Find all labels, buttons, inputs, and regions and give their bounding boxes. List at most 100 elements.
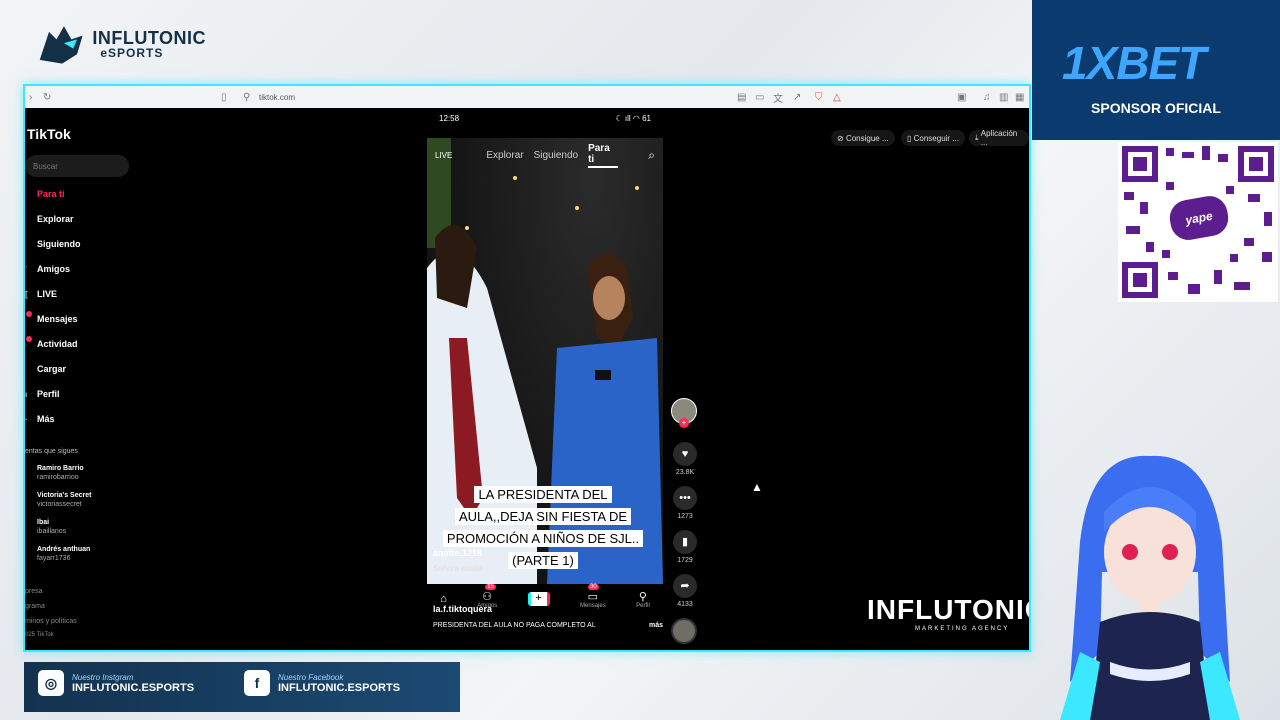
footer-link[interactable]: grama <box>25 603 45 610</box>
nav-mensajes[interactable]: Mensajes <box>25 311 135 327</box>
search-input[interactable]: Buscar <box>25 155 129 177</box>
tab-explorar[interactable]: Explorar <box>486 150 523 161</box>
footer-link[interactable]: presa <box>25 588 43 595</box>
following-account[interactable]: Ibai ibaillanos <box>37 518 66 536</box>
wolf-icon <box>39 26 83 64</box>
facebook-icon: f <box>244 670 270 696</box>
reload-icon[interactable]: ↻ <box>43 92 51 103</box>
forward-icon[interactable]: › <box>29 92 32 103</box>
desktop-app-button[interactable]: ⤓ Aplicación ... <box>969 129 1029 147</box>
phone-tabs: LIVE Explorar Siguiendo Para ti ⌕ <box>435 143 655 168</box>
share-action[interactable]: ➦ 4133 <box>670 574 700 608</box>
save-count: 1729 <box>677 557 693 564</box>
instagram-link[interactable]: ◎ Nuestro Instgram INFLUTONIC.ESPORTS <box>38 670 194 696</box>
nav-amigos[interactable]: ʿ Amigos <box>25 261 135 277</box>
mouse-cursor-icon: ▲ <box>751 480 763 494</box>
tiktok-logo[interactable]: TikTok <box>27 126 71 142</box>
watermark-sub: MARKETING AGENCY <box>915 626 1010 632</box>
browser-window: › ↻ ▯ ⚲ tiktok.com ▤ ▭ 文 ↗ ⛉ △ ▣ ♫ ▥ ▦ T… <box>23 84 1031 652</box>
reader-icon[interactable]: ▤ <box>737 92 746 103</box>
rewards-icon[interactable]: △ <box>833 92 841 103</box>
get-coins-button[interactable]: ⊘ Consigue ... <box>831 130 895 146</box>
share-count: 4133 <box>677 601 693 608</box>
extensions-icon[interactable]: ▦ <box>1015 92 1024 103</box>
profile-icon: ⚲ <box>638 590 647 603</box>
browser-toolbar: › ↻ ▯ ⚲ tiktok.com ▤ ▭ 文 ↗ ⛉ △ ▣ ♫ ▥ ▦ <box>25 86 1029 108</box>
heart-icon: ♥ <box>673 442 697 466</box>
activity-badge <box>26 336 32 342</box>
messages-tab[interactable]: 30 ▭ Mensajes <box>580 583 606 609</box>
video-caption: LA PRESIDENTA DEL AULA,,DEJA SIN FIESTA … <box>441 484 645 572</box>
tab-para-ti[interactable]: Para ti <box>588 143 619 168</box>
plus-icon: + <box>527 592 550 606</box>
facebook-link[interactable]: f Nuestro Facebook INFLUTONIC.ESPORTS <box>244 670 400 696</box>
profile-icon: ı <box>25 389 28 399</box>
nav-para-ti[interactable]: Para ti <box>25 186 135 202</box>
music-disc[interactable] <box>671 618 697 644</box>
brand-sub: eSPORTS <box>100 46 164 60</box>
phone-status-icons: ☾ ıll ◠ 61 <box>615 113 651 123</box>
sponsor-panel: 1XBET SPONSOR OFICIAL <box>1032 0 1280 140</box>
social-banner: ◎ Nuestro Instgram INFLUTONIC.ESPORTS f N… <box>24 662 460 712</box>
url-bar[interactable]: tiktok.com <box>259 93 295 102</box>
profile-tab[interactable]: ⚲ Perfil <box>636 590 650 609</box>
message-icon: ▭ <box>587 590 599 603</box>
friends-icon: ʿ <box>25 264 28 274</box>
sponsor-logo: 1XBET <box>1062 37 1206 89</box>
nav-live[interactable]: [LIVE <box>25 286 135 302</box>
share-icon[interactable]: ↗ <box>793 92 801 103</box>
brand-name: INFLUTONIC <box>92 28 206 48</box>
post-author[interactable]: la.f.tiktoquera <box>433 604 492 614</box>
nav-actividad[interactable]: Actividad <box>25 336 135 352</box>
more-icon: · <box>25 414 28 424</box>
save-action[interactable]: ▮ 1729 <box>670 530 700 564</box>
phone-status-bar: 12:58 ☾ ıll ◠ 61 <box>425 108 665 128</box>
following-title: entas que sigues <box>25 448 78 455</box>
watermark-name: INFLUTONIC <box>867 594 1031 625</box>
media-icon[interactable]: ♫ <box>983 92 991 103</box>
nav-siguiendo[interactable]: Siguiendo <box>25 236 135 252</box>
brave-shield-icon[interactable]: ⛉ <box>815 92 823 103</box>
translate-icon[interactable]: 文 <box>773 90 783 105</box>
phone-time: 12:58 <box>439 113 460 123</box>
tab-siguiendo[interactable]: Siguiendo <box>534 150 578 161</box>
comment-action[interactable]: ••• 1273 <box>670 486 700 520</box>
sidebar-icon[interactable]: ▣ <box>957 92 966 103</box>
copyright: 025 TikTok <box>25 632 54 638</box>
video-description: Señora estafa <box>433 564 483 573</box>
wallet-icon[interactable]: ▥ <box>999 92 1008 103</box>
phone-icon: ▯ <box>907 133 914 143</box>
coin-icon: ⊘ <box>837 133 846 143</box>
footer-link[interactable]: minos y políticas <box>25 618 77 625</box>
bookmark-icon[interactable]: ▯ <box>221 92 227 103</box>
nav-explorar[interactable]: Explorar <box>25 211 135 227</box>
friends-icon: ⚇ <box>482 590 493 603</box>
messages-badge <box>26 311 32 317</box>
get-app-button[interactable]: ▯ Conseguir ... <box>901 130 965 146</box>
friends-badge: 15 <box>485 583 496 590</box>
comment-icon: ••• <box>673 486 697 510</box>
phone-screen: 12:58 ☾ ıll ◠ 61 LIVE Explorar Siguiendo… <box>425 108 665 629</box>
more-link[interactable]: más <box>649 622 663 629</box>
search-icon[interactable]: ⌕ <box>648 148 655 163</box>
video-username[interactable]: anette.1218 <box>433 548 482 558</box>
follow-button[interactable]: + <box>679 418 689 428</box>
following-account[interactable]: Ramiro Barrio ramirobarrioo <box>37 464 84 482</box>
comment-count: 1273 <box>677 513 693 520</box>
site-info-icon[interactable]: ⚲ <box>243 92 250 103</box>
like-count: 23.8K <box>675 469 695 476</box>
like-action[interactable]: ♥ 23.8K <box>670 442 700 476</box>
following-account[interactable]: Victoria's Secret victoriassecret <box>37 491 91 509</box>
screen-icon[interactable]: ▭ <box>755 92 764 103</box>
live-icon[interactable]: LIVE <box>435 151 452 160</box>
vtuber-avatar <box>1050 452 1250 720</box>
instagram-icon: ◎ <box>38 670 64 696</box>
nav-perfil[interactable]: ı Perfil <box>25 386 135 402</box>
nav-mas[interactable]: · Más <box>25 411 135 427</box>
live-icon: [ <box>25 289 28 299</box>
following-account[interactable]: Andrés anthuan fayarr1736 <box>37 545 90 563</box>
create-tab[interactable]: + <box>527 592 550 606</box>
share-icon: ➦ <box>673 574 697 598</box>
vtuber-illustration <box>1060 455 1240 720</box>
nav-cargar[interactable]: Cargar <box>25 361 135 377</box>
